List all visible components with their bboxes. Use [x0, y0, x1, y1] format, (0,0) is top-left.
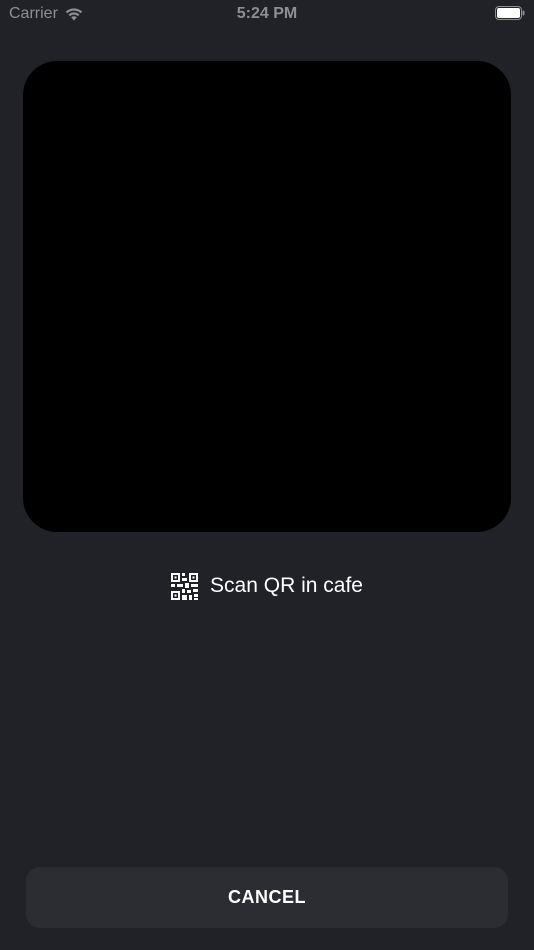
camera-viewfinder [23, 61, 511, 532]
scan-hint: Scan QR in cafe [0, 570, 534, 602]
scan-hint-text: Scan QR in cafe [210, 574, 363, 597]
battery-icon [495, 6, 525, 20]
qr-code-icon [171, 572, 199, 600]
status-time: 5:24 PM [236, 5, 298, 22]
status-bar: Carrier 5:24 PM [0, 0, 534, 28]
cancel-button[interactable]: CANCEL [26, 867, 508, 928]
qr-scanner-screen: Carrier 5:24 PM Scan QR in cafe CANCEL [0, 0, 534, 950]
